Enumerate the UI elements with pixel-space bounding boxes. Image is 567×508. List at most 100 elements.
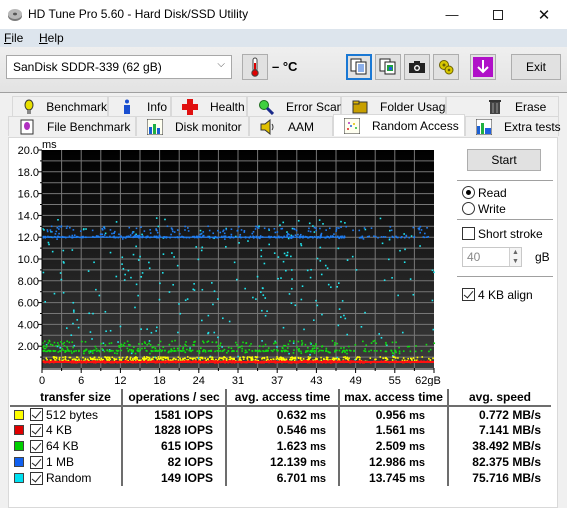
data-point — [426, 227, 428, 229]
spin-down-icon[interactable]: ▼ — [510, 257, 521, 266]
series-visibility-checkbox[interactable] — [30, 423, 43, 437]
data-point — [255, 298, 257, 300]
tab-file-benchmark[interactable]: File Benchmark — [8, 116, 136, 136]
data-point — [240, 229, 243, 231]
close-icon: ✕ — [537, 6, 551, 24]
data-point — [44, 340, 46, 343]
data-point — [72, 322, 74, 325]
data-point — [404, 248, 406, 251]
data-point — [397, 357, 399, 359]
data-point — [207, 358, 209, 360]
short-stroke-unit: gB — [535, 250, 550, 264]
menu-help[interactable]: Help — [39, 31, 64, 45]
data-point — [263, 227, 266, 230]
data-point — [181, 350, 184, 352]
close-button[interactable]: ✕ — [521, 0, 567, 29]
align-checkbox[interactable] — [462, 288, 475, 302]
data-point — [198, 352, 201, 354]
data-point — [49, 350, 52, 352]
tab-benchmark[interactable]: Benchmark — [12, 96, 108, 116]
data-point — [201, 319, 203, 322]
spin-up-icon[interactable]: ▲ — [510, 248, 521, 257]
series-visibility-checkbox[interactable] — [30, 471, 43, 485]
copy-image-button[interactable] — [375, 54, 401, 80]
data-point — [283, 344, 285, 347]
tab-aam[interactable]: AAM — [249, 116, 333, 136]
data-point — [391, 352, 394, 354]
short-stroke-spinner[interactable]: ▲ ▼ — [509, 248, 521, 266]
data-point — [115, 349, 118, 352]
data-point — [219, 344, 221, 347]
tab-folder-usage[interactable]: Folder Usage — [341, 96, 452, 116]
screenshot-button[interactable] — [404, 54, 430, 80]
write-option[interactable]: Write — [462, 201, 506, 216]
data-point — [62, 291, 65, 294]
data-point — [242, 341, 244, 344]
data-point — [370, 342, 373, 344]
data-point — [327, 283, 330, 286]
data-point — [218, 358, 220, 361]
data-point — [388, 236, 391, 239]
tab-extra-tests[interactable]: Extra tests — [465, 116, 561, 136]
data-point — [189, 357, 191, 359]
tab-health[interactable]: Health — [171, 96, 247, 116]
data-point — [321, 313, 323, 316]
data-point — [268, 243, 270, 246]
align-option[interactable]: 4 KB align — [462, 287, 533, 302]
data-point — [77, 326, 80, 329]
data-point — [375, 358, 377, 361]
data-point — [432, 357, 434, 360]
options-gear-icon — [439, 60, 454, 75]
data-point — [300, 352, 303, 355]
tab-disk-monitor-label: Disk monitor — [175, 119, 242, 134]
data-point — [358, 236, 361, 239]
save-button[interactable] — [470, 54, 496, 80]
series-visibility-checkbox[interactable] — [30, 408, 43, 422]
tab-disk-monitor[interactable]: Disk monitor — [136, 116, 249, 136]
data-point — [76, 319, 79, 321]
exit-button[interactable]: Exit — [511, 54, 561, 80]
data-point — [366, 235, 369, 238]
drive-select[interactable]: SanDisk SDDR-339 (62 gB) ⌵ — [6, 55, 232, 79]
data-point — [389, 226, 392, 228]
folder-icon — [352, 99, 368, 115]
read-option[interactable]: Read — [462, 185, 507, 200]
data-point — [196, 350, 199, 352]
series-visibility-checkbox[interactable] — [30, 439, 43, 453]
data-point — [42, 271, 45, 274]
data-point — [148, 261, 150, 264]
max-access-cell: 0.956 ms — [338, 406, 448, 422]
series-visibility-checkbox[interactable] — [30, 455, 43, 469]
menu-file[interactable]: File — [4, 31, 23, 45]
short-stroke-checkbox[interactable] — [462, 227, 475, 241]
data-point — [170, 233, 172, 236]
data-point — [273, 252, 276, 254]
transfer-size-cell: 4 KB — [10, 422, 122, 438]
short-stroke-option[interactable]: Short stroke — [462, 226, 543, 241]
tab-error-scan[interactable]: Error Scan — [247, 96, 343, 116]
data-point — [382, 236, 385, 238]
data-point — [110, 349, 113, 352]
data-point — [259, 350, 261, 353]
minimize-button[interactable]: — — [429, 0, 475, 29]
data-point — [144, 342, 147, 345]
tab-erase[interactable]: Erase — [446, 96, 559, 116]
maximize-button[interactable] — [475, 0, 521, 29]
transfer-size-cell: 1 MB — [10, 454, 122, 470]
tab-random-access[interactable]: Random Access — [333, 114, 465, 136]
data-point — [318, 219, 321, 221]
data-point — [413, 235, 416, 238]
avg-access-cell: 1.623 ms — [225, 438, 339, 454]
data-point — [85, 228, 87, 230]
read-radio[interactable] — [462, 186, 475, 200]
temperature-button[interactable] — [242, 54, 268, 80]
data-point — [159, 282, 161, 285]
data-point — [149, 352, 151, 355]
align-label: 4 KB align — [478, 287, 533, 302]
write-radio[interactable] — [462, 202, 475, 216]
start-button[interactable]: Start — [467, 149, 541, 171]
tab-info[interactable]: Info — [108, 96, 171, 116]
options-button[interactable] — [433, 54, 459, 80]
copy-text-button[interactable] — [346, 54, 372, 80]
data-point — [255, 356, 258, 359]
